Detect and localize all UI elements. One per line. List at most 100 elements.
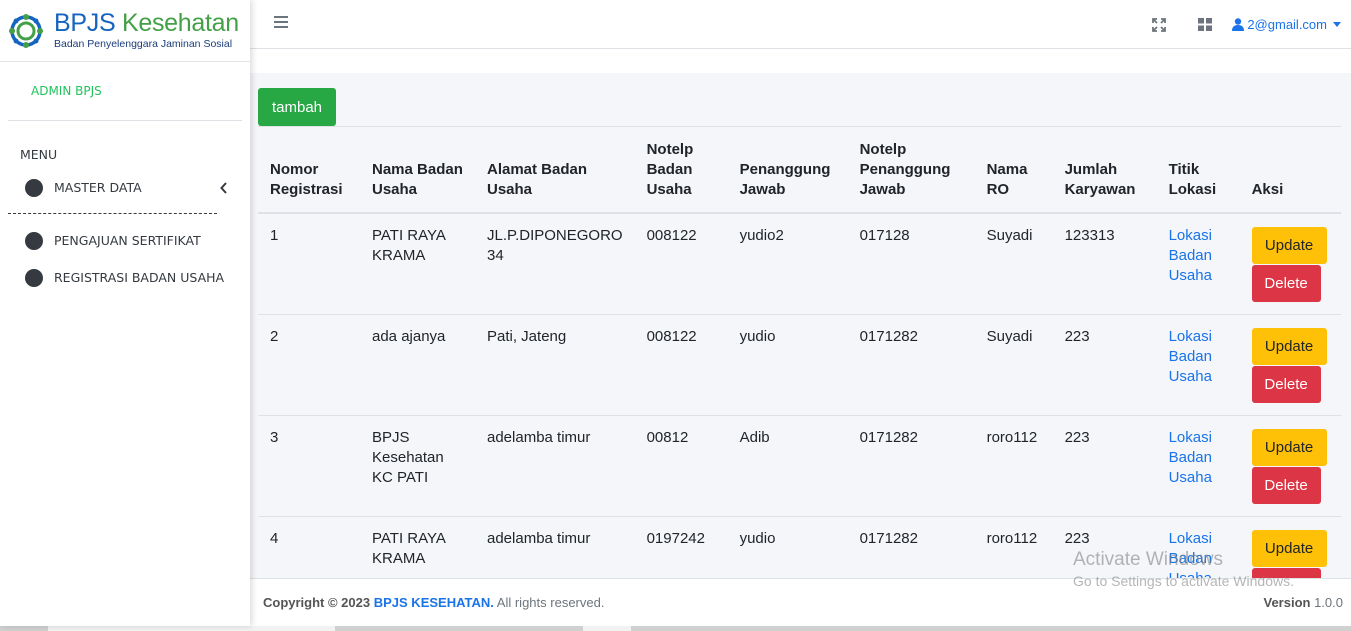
lokasi-link[interactable]: Lokasi Badan Usaha <box>1169 328 1212 385</box>
header-titik-lokasi: Titik Lokasi <box>1156 126 1240 214</box>
cell-nomor: 3 <box>258 414 360 516</box>
brand-tagline: Badan Penyelenggara Jaminan Sosial <box>54 38 233 51</box>
cell-telp-pj: 0171282 <box>847 414 975 516</box>
main-content: tambah Nomor Registrasi Nama Badan Usaha… <box>250 73 1351 578</box>
table-row: 1 PATI RAYA KRAMA JL.P.DIPONEGORO 34 008… <box>258 212 1341 314</box>
table-row: 2 ada ajanya Pati, Jateng 008122 yudio 0… <box>258 313 1341 415</box>
cell-telp-pj: 0171282 <box>847 313 975 415</box>
cell-nomor: 1 <box>258 212 360 314</box>
cell-pj: yudio <box>727 515 848 578</box>
header-aksi: Aksi <box>1239 126 1341 214</box>
header-notelp-penanggung-jawab: Notelp Penanggung Jawab <box>847 126 975 214</box>
cell-alamat: JL.P.DIPONEGORO 34 <box>475 212 635 314</box>
user-icon <box>1232 18 1245 31</box>
caret-down-icon <box>1333 22 1341 27</box>
cell-alamat: adelamba timur <box>475 515 635 578</box>
footer-copyright: Copyright © 2023 BPJS KESEHATAN. All rig… <box>263 595 604 610</box>
header-penanggung-jawab: Penanggung Jawab <box>727 126 848 214</box>
circle-icon <box>25 231 43 250</box>
cell-alamat: Pati, Jateng <box>475 313 635 415</box>
cell-lokasi: Lokasi Badan Usaha <box>1156 313 1240 415</box>
sidebar-item-registrasi-badan-usaha[interactable]: REGISTRASI BADAN USAHA <box>0 259 250 296</box>
cell-aksi: Update Delete <box>1239 414 1341 516</box>
cell-telp: 00812 <box>634 414 728 516</box>
footer-brand-link[interactable]: BPJS KESEHATAN. <box>374 595 494 610</box>
chevron-left-icon <box>220 180 228 198</box>
delete-button[interactable]: Delete <box>1251 365 1321 403</box>
activate-windows-watermark: Activate Windows Go to Settings to activ… <box>1073 549 1294 589</box>
bpjs-logo-icon <box>9 13 43 48</box>
cell-aksi: Update Delete <box>1239 313 1341 415</box>
hamburger-icon[interactable] <box>274 13 288 33</box>
watermark-subtitle: Go to Settings to activate Windows. <box>1073 573 1294 589</box>
cell-lokasi: Lokasi Badan Usaha <box>1156 414 1240 516</box>
header-nomor-registrasi: Nomor Registrasi <box>258 126 360 214</box>
cell-ro: roro112 <box>974 414 1053 516</box>
sidebar-user-name[interactable]: ADMIN BPJS <box>8 62 242 121</box>
copyright-text: Copyright © 2023 <box>263 595 371 610</box>
taskbar <box>0 626 1351 631</box>
cell-nama: PATI RAYA KRAMA <box>360 212 475 314</box>
cell-ro: Suyadi <box>974 212 1053 314</box>
sidebar: BPJS Kesehatan Badan Penyelenggara Jamin… <box>0 0 250 626</box>
brand-name: BPJS Kesehatan <box>54 9 239 38</box>
user-email: 2@gmail.com <box>1247 17 1327 32</box>
cell-nomor: 2 <box>258 313 360 415</box>
sidebar-item-label: REGISTRASI BADAN USAHA <box>54 270 225 285</box>
cell-telp: 0197242 <box>634 515 728 578</box>
cell-alamat: adelamba timur <box>475 414 635 516</box>
topbar: 2@gmail.com <box>250 0 1351 49</box>
cell-karyawan: 123313 <box>1052 212 1157 314</box>
circle-icon <box>25 268 43 287</box>
cell-karyawan: 223 <box>1052 414 1157 516</box>
cell-nomor: 4 <box>258 515 360 578</box>
cell-telp: 008122 <box>634 212 728 314</box>
cell-nama: BPJS Kesehatan KC PATI <box>360 414 475 516</box>
cell-karyawan: 223 <box>1052 313 1157 415</box>
header-notelp-badan-usaha: Notelp Badan Usaha <box>634 126 728 214</box>
taskbar-segment <box>48 626 335 631</box>
version-value: 1.0.0 <box>1314 595 1343 610</box>
cell-lokasi: Lokasi Badan Usaha <box>1156 212 1240 314</box>
delete-button[interactable]: Delete <box>1251 264 1321 302</box>
cell-nama: ada ajanya <box>360 313 475 415</box>
menu-header: MENU <box>20 147 58 162</box>
sidebar-item-pengajuan-sertifikat[interactable]: PENGAJUAN SERTIFIKAT <box>0 222 250 259</box>
cell-nama: PATI RAYA KRAMA <box>360 515 475 578</box>
cell-aksi: Update Delete <box>1239 212 1341 314</box>
cell-ro: Suyadi <box>974 313 1053 415</box>
delete-button[interactable]: Delete <box>1251 466 1321 504</box>
update-button[interactable]: Update <box>1251 226 1327 264</box>
cell-pj: Adib <box>727 414 848 516</box>
footer-version: Version 1.0.0 <box>1263 595 1343 610</box>
expand-icon[interactable] <box>1148 14 1170 36</box>
header-jumlah-karyawan: Jumlah Karyawan <box>1052 126 1157 214</box>
watermark-title: Activate Windows <box>1073 549 1223 570</box>
sidebar-item-master-data[interactable]: MASTER DATA <box>0 169 250 206</box>
header-alamat-badan-usaha: Alamat Badan Usaha <box>475 126 635 214</box>
table-row: 3 BPJS Kesehatan KC PATI adelamba timur … <box>258 414 1341 516</box>
content-header <box>250 49 1351 73</box>
circle-icon <box>25 178 43 197</box>
cell-telp-pj: 017128 <box>847 212 975 314</box>
cell-pj: yudio2 <box>727 212 848 314</box>
badan-usaha-table: Nomor Registrasi Nama Badan Usaha Alamat… <box>258 126 1341 578</box>
brand-link[interactable]: BPJS Kesehatan Badan Penyelenggara Jamin… <box>0 0 250 62</box>
add-button[interactable]: tambah <box>258 88 336 126</box>
rights-text: All rights reserved. <box>496 595 605 610</box>
grid-icon[interactable] <box>1194 14 1216 36</box>
sidebar-item-label: PENGAJUAN SERTIFIKAT <box>54 233 201 248</box>
update-button[interactable]: Update <box>1251 428 1327 466</box>
lokasi-link[interactable]: Lokasi Badan Usaha <box>1169 429 1212 486</box>
header-nama-badan-usaha: Nama Badan Usaha <box>360 126 475 214</box>
update-button[interactable]: Update <box>1251 327 1327 365</box>
version-label: Version <box>1263 595 1311 610</box>
cell-pj: yudio <box>727 313 848 415</box>
table-header-row: Nomor Registrasi Nama Badan Usaha Alamat… <box>258 126 1341 214</box>
lokasi-link[interactable]: Lokasi Badan Usaha <box>1169 227 1212 284</box>
user-menu-dropdown[interactable]: 2@gmail.com <box>1232 17 1341 32</box>
cell-telp: 008122 <box>634 313 728 415</box>
header-nama-ro: Nama RO <box>974 126 1053 214</box>
taskbar-segment <box>583 626 631 631</box>
nav-divider <box>8 213 217 214</box>
